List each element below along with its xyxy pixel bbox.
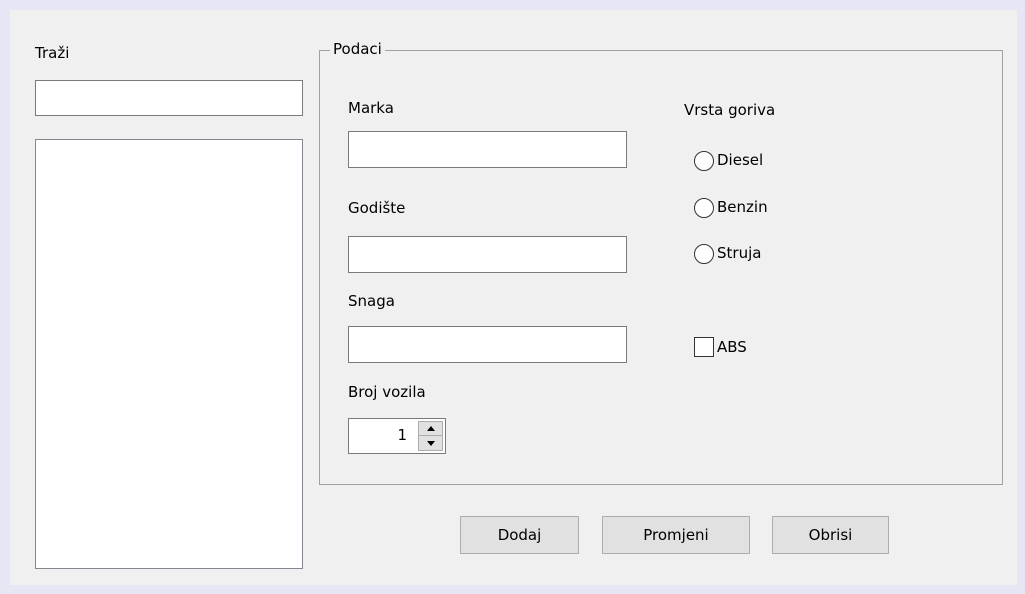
window-frame-top [0, 0, 1025, 10]
marka-input[interactable] [348, 131, 627, 168]
radio-diesel-label: Diesel [717, 151, 764, 169]
change-button[interactable]: Promjeni [602, 516, 750, 554]
form-window: Traži Podaci Marka Godište Snaga Broj vo… [0, 0, 1025, 594]
fuel-type-label: Vrsta goriva [684, 101, 776, 119]
godiste-label: Godište [348, 199, 406, 217]
broj-vozila-stepper[interactable]: 1 [348, 418, 446, 454]
snaga-label: Snaga [348, 292, 395, 310]
stepper-buttons [418, 421, 443, 451]
radio-diesel[interactable] [694, 151, 714, 171]
godiste-input[interactable] [348, 236, 627, 273]
search-input[interactable] [35, 80, 303, 116]
snaga-input[interactable] [348, 326, 627, 363]
abs-checkbox[interactable] [694, 337, 714, 357]
search-label: Traži [35, 44, 70, 62]
arrow-up-icon [426, 426, 435, 431]
radio-benzin[interactable] [694, 198, 714, 218]
window-frame-left [0, 0, 10, 594]
vehicle-list[interactable] [35, 139, 303, 569]
radio-struja[interactable] [694, 244, 714, 264]
radio-struja-label: Struja [717, 244, 762, 262]
groupbox-title: Podaci [330, 40, 385, 58]
window-frame-right [1017, 0, 1025, 594]
radio-benzin-label: Benzin [717, 198, 768, 216]
marka-label: Marka [348, 99, 394, 117]
stepper-down-button[interactable] [419, 436, 442, 450]
broj-vozila-value: 1 [397, 426, 407, 444]
stepper-up-button[interactable] [419, 422, 442, 436]
abs-label: ABS [717, 338, 747, 356]
window-frame-bottom [0, 585, 1025, 594]
arrow-down-icon [426, 440, 435, 446]
add-button[interactable]: Dodaj [460, 516, 579, 554]
delete-button[interactable]: Obrisi [772, 516, 889, 554]
broj-vozila-label: Broj vozila [348, 383, 426, 401]
